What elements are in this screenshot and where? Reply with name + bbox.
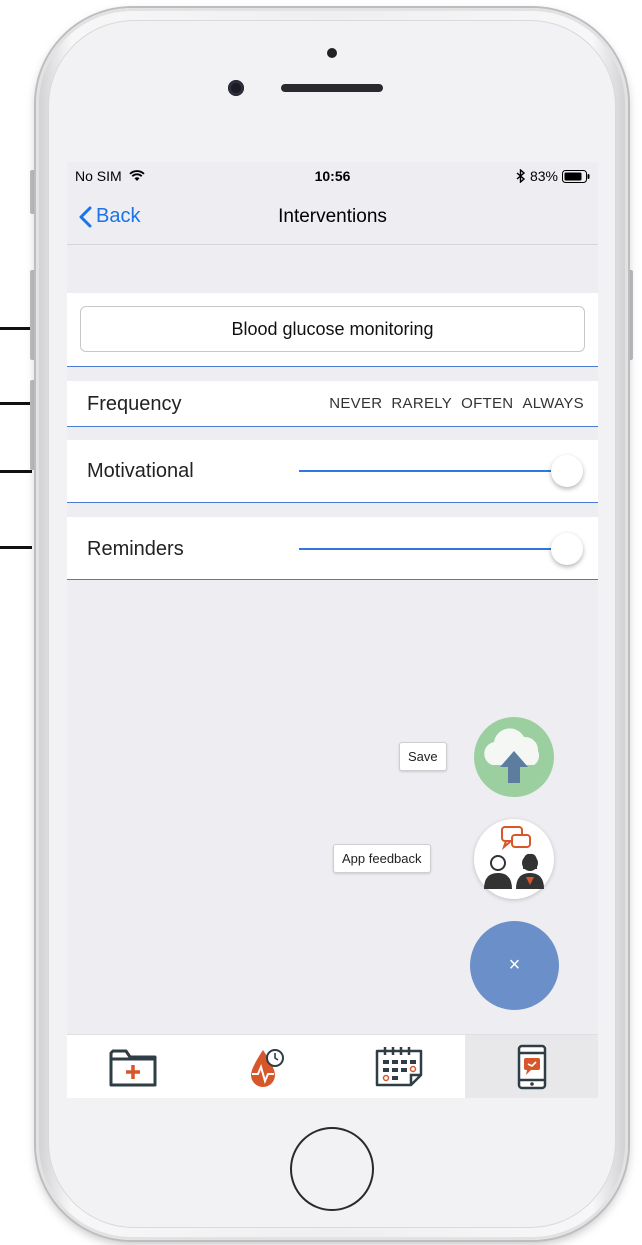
page-title: Interventions (278, 206, 387, 227)
app-feedback-label[interactable]: App feedback (333, 844, 431, 873)
volume-up-button (30, 270, 35, 360)
section-divider (67, 502, 598, 503)
earpiece-speaker (281, 84, 383, 92)
tab-bar (67, 1034, 598, 1098)
external-line (0, 470, 32, 473)
external-line (0, 327, 32, 330)
close-icon: × (508, 954, 521, 976)
save-label[interactable]: Save (399, 742, 447, 771)
motivational-slider-track[interactable] (299, 470, 569, 472)
reminders-slider-track[interactable] (299, 548, 569, 550)
people-feedback-icon (484, 826, 544, 889)
intervention-name-field[interactable]: Blood glucose monitoring (80, 306, 585, 352)
mute-switch (30, 170, 35, 214)
app-screen: No SIM 10:56 83% Back Interventions Bloo… (67, 162, 598, 1098)
reminders-slider-thumb[interactable] (551, 533, 583, 565)
save-button[interactable] (474, 717, 554, 797)
motivational-label: Motivational (87, 460, 194, 482)
front-camera (228, 80, 244, 96)
power-button (628, 270, 633, 360)
intervention-name-section: Blood glucose monitoring (67, 293, 598, 367)
medical-folder-icon (109, 1049, 157, 1087)
battery-percent: 83% (529, 168, 558, 184)
external-line (0, 546, 32, 549)
status-bar: No SIM 10:56 83% (67, 162, 598, 190)
frequency-option-often[interactable]: OFTEN (461, 395, 513, 412)
close-fab-button[interactable]: × (470, 921, 559, 1010)
proximity-sensor (327, 48, 337, 58)
section-divider (67, 426, 598, 427)
reminders-row: Reminders (67, 517, 598, 580)
external-line (0, 402, 32, 405)
home-button[interactable] (290, 1127, 374, 1211)
bluetooth-icon (516, 169, 526, 183)
section-divider (67, 579, 598, 580)
battery-status: 83% (516, 168, 590, 184)
section-divider (67, 366, 598, 367)
blood-drop-clock-icon (251, 1049, 285, 1087)
calendar-icon (375, 1047, 423, 1087)
tab-app-feedback[interactable] (465, 1035, 598, 1098)
frequency-options: NEVER RARELY OFTEN ALWAYS (329, 395, 584, 412)
cloud-upload-icon (484, 728, 540, 783)
frequency-option-rarely[interactable]: RARELY (391, 395, 452, 412)
volume-down-button (30, 380, 35, 470)
battery-icon (562, 169, 590, 183)
navigation-bar: Back Interventions (67, 190, 598, 245)
app-feedback-button[interactable] (474, 819, 554, 899)
motivational-row: Motivational (67, 440, 598, 503)
motivational-slider-thumb[interactable] (551, 455, 583, 487)
frequency-option-never[interactable]: NEVER (329, 395, 382, 412)
frequency-option-always[interactable]: ALWAYS (522, 395, 584, 412)
reminders-label: Reminders (87, 538, 184, 560)
tab-blood-glucose[interactable] (200, 1035, 333, 1098)
phone-feedback-icon (517, 1044, 546, 1090)
tab-calendar[interactable] (333, 1035, 466, 1098)
tab-medical-records[interactable] (67, 1035, 200, 1098)
frequency-row: Frequency NEVER RARELY OFTEN ALWAYS (67, 381, 598, 427)
frequency-label: Frequency (87, 393, 182, 415)
